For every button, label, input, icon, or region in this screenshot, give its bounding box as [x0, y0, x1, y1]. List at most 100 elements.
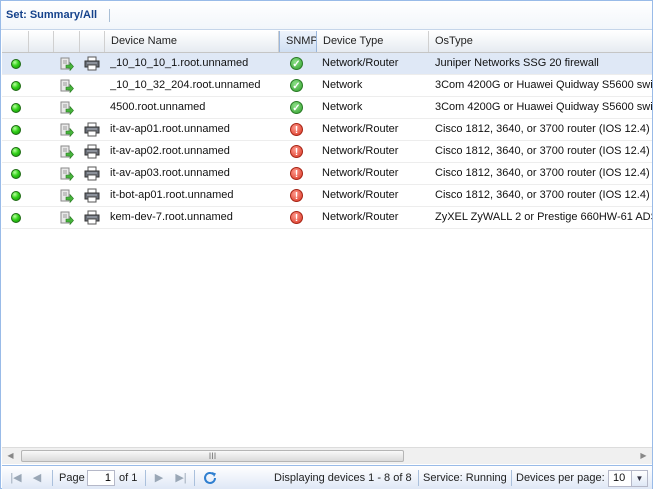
paging-toolbar: |◀ ◀ Page of 1 ▶ ▶| Displaying devices 1…	[2, 465, 652, 489]
device-name-cell[interactable]: it-av-ap03.root.unnamed	[110, 163, 278, 184]
os-type-cell: 3Com 4200G or Huawei Quidway S5600 switc…	[435, 79, 652, 91]
os-type-cell: Cisco 1812, 3640, or 3700 router (IOS 12…	[435, 189, 650, 201]
device-type-cell: Network/Router	[322, 167, 399, 179]
device-type-cell: Network/Router	[322, 189, 399, 201]
device-name-cell[interactable]: it-av-ap01.root.unnamed	[110, 119, 278, 140]
toolbar-separator	[418, 470, 419, 486]
error-circle-icon: !	[290, 211, 303, 224]
error-circle-icon: !	[290, 123, 303, 136]
device-type-cell: Network/Router	[322, 211, 399, 223]
scrollbar-thumb[interactable]: III	[21, 450, 404, 462]
column-printer-icon[interactable]	[80, 31, 105, 52]
table-row[interactable]: 4500.root.unnamed ✓ Network 3Com 4200G or H…	[2, 97, 652, 119]
error-circle-icon: !	[290, 167, 303, 180]
per-page-select[interactable]: 10 ▼	[608, 470, 648, 487]
device-name-cell[interactable]: _10_10_10_1.root.unnamed	[110, 53, 278, 74]
table-row[interactable]: it-av-ap03.root.unnamed! Network/Router Ci…	[2, 163, 652, 185]
page-label: Page	[59, 472, 85, 484]
table-row[interactable]: it-bot-ap01.root.unnamed! Network/Router C…	[2, 185, 652, 207]
device-name-cell[interactable]: 4500.root.unnamed	[110, 97, 278, 118]
table-row[interactable]: it-av-ap01.root.unnamed! Network/Router Ci…	[2, 119, 652, 141]
last-page-icon[interactable]: ▶|	[174, 471, 188, 485]
device-go-icon[interactable]	[60, 211, 74, 225]
column-snmp[interactable]: SNMP	[279, 31, 317, 52]
status-dot-icon	[11, 213, 21, 223]
toolbar-separator	[194, 470, 195, 486]
table-row[interactable]: it-av-ap02.root.unnamed! Network/Router Ci…	[2, 141, 652, 163]
device-name-cell[interactable]: it-bot-ap01.root.unnamed	[110, 185, 278, 206]
status-dot-icon	[11, 169, 21, 179]
panel-title: Set: Summary/All	[6, 9, 98, 21]
device-go-icon[interactable]	[60, 145, 74, 159]
device-type-cell: Network/Router	[322, 145, 399, 157]
refresh-icon[interactable]	[202, 470, 218, 486]
printer-icon	[84, 210, 100, 225]
os-type-cell: Cisco 1812, 3640, or 3700 router (IOS 12…	[435, 167, 650, 179]
os-type-cell: 3Com 4200G or Huawei Quidway S5600 switc…	[435, 101, 652, 113]
device-name-cell[interactable]: _10_10_32_204.root.unnamed	[110, 75, 278, 96]
column-blank[interactable]	[29, 31, 54, 52]
printer-icon	[84, 144, 100, 159]
status-dot-icon	[11, 59, 21, 69]
table-row[interactable]: _10_10_10_1.root.unnamed ✓ Network/Router J…	[2, 53, 652, 75]
device-type-cell: Network	[322, 101, 363, 113]
status-dot-icon	[11, 103, 21, 113]
device-type-cell: Network/Router	[322, 57, 399, 69]
header-separator	[109, 9, 110, 22]
device-name-cell[interactable]: kem-dev-7.root.unnamed	[110, 207, 278, 228]
table-row[interactable]: _10_10_32_204.root.unnamed ✓ Network 3Com 4…	[2, 75, 652, 97]
device-type-cell: Network	[322, 79, 363, 91]
os-type-cell: Juniper Networks SSG 20 firewall	[435, 57, 599, 69]
horizontal-scrollbar[interactable]: ◀ III ▶	[2, 447, 652, 464]
device-go-icon[interactable]	[60, 123, 74, 137]
table-row[interactable]: kem-dev-7.root.unnamed! Network/Router ZyX…	[2, 207, 652, 229]
printer-icon	[84, 166, 100, 181]
column-device-type[interactable]: Device Type	[317, 31, 429, 52]
scroll-right-arrow-icon[interactable]: ▶	[635, 448, 652, 464]
toolbar-separator	[145, 470, 146, 486]
device-go-icon[interactable]	[60, 189, 74, 203]
column-os-type[interactable]: OsType	[429, 31, 652, 52]
toolbar-separator	[52, 470, 53, 486]
prev-page-icon[interactable]: ◀	[30, 471, 44, 485]
first-page-icon[interactable]: |◀	[9, 471, 23, 485]
status-dot-icon	[11, 147, 21, 157]
device-type-cell: Network/Router	[322, 123, 399, 135]
chevron-down-icon[interactable]: ▼	[631, 471, 647, 486]
device-go-icon[interactable]	[60, 57, 74, 71]
column-status[interactable]	[2, 31, 29, 52]
device-go-icon[interactable]	[60, 101, 74, 115]
per-page-label: Devices per page:	[516, 472, 605, 484]
toolbar-separator	[511, 470, 512, 486]
next-page-icon[interactable]: ▶	[152, 471, 166, 485]
status-dot-icon	[11, 125, 21, 135]
check-circle-icon: ✓	[290, 101, 303, 114]
column-device-name[interactable]: Device Name	[105, 31, 279, 52]
printer-icon	[84, 122, 100, 137]
os-type-cell: Cisco 1812, 3640, or 3700 router (IOS 12…	[435, 145, 650, 157]
device-go-icon[interactable]	[60, 79, 74, 93]
grid-body: _10_10_10_1.root.unnamed ✓ Network/Router J…	[2, 53, 652, 447]
device-name-cell[interactable]: it-av-ap02.root.unnamed	[110, 141, 278, 162]
grid-column-header: Device Name SNMP Device Type OsType	[2, 31, 652, 53]
device-go-icon[interactable]	[60, 167, 74, 181]
printer-icon	[84, 188, 100, 203]
os-type-cell: Cisco 1812, 3640, or 3700 router (IOS 12…	[435, 123, 650, 135]
status-dot-icon	[11, 81, 21, 91]
scroll-left-arrow-icon[interactable]: ◀	[2, 448, 19, 464]
os-type-cell: ZyXEL ZyWALL 2 or Prestige 660HW-61 ADSL…	[435, 211, 652, 223]
check-circle-icon: ✓	[290, 57, 303, 70]
error-circle-icon: !	[290, 145, 303, 158]
per-page-value: 10	[613, 472, 626, 484]
displaying-status: Displaying devices 1 - 8 of 8	[274, 472, 412, 484]
printer-icon	[84, 56, 100, 71]
service-status: Service: Running	[423, 472, 507, 484]
page-count-label: of 1	[119, 472, 138, 484]
check-circle-icon: ✓	[290, 79, 303, 92]
device-grid-panel: Set: Summary/All Device Name SNMP Device…	[0, 0, 653, 489]
status-dot-icon	[11, 191, 21, 201]
page-number-input[interactable]	[87, 470, 115, 486]
error-circle-icon: !	[290, 189, 303, 202]
panel-header: Set: Summary/All	[1, 1, 652, 30]
column-device-icon[interactable]	[54, 31, 80, 52]
